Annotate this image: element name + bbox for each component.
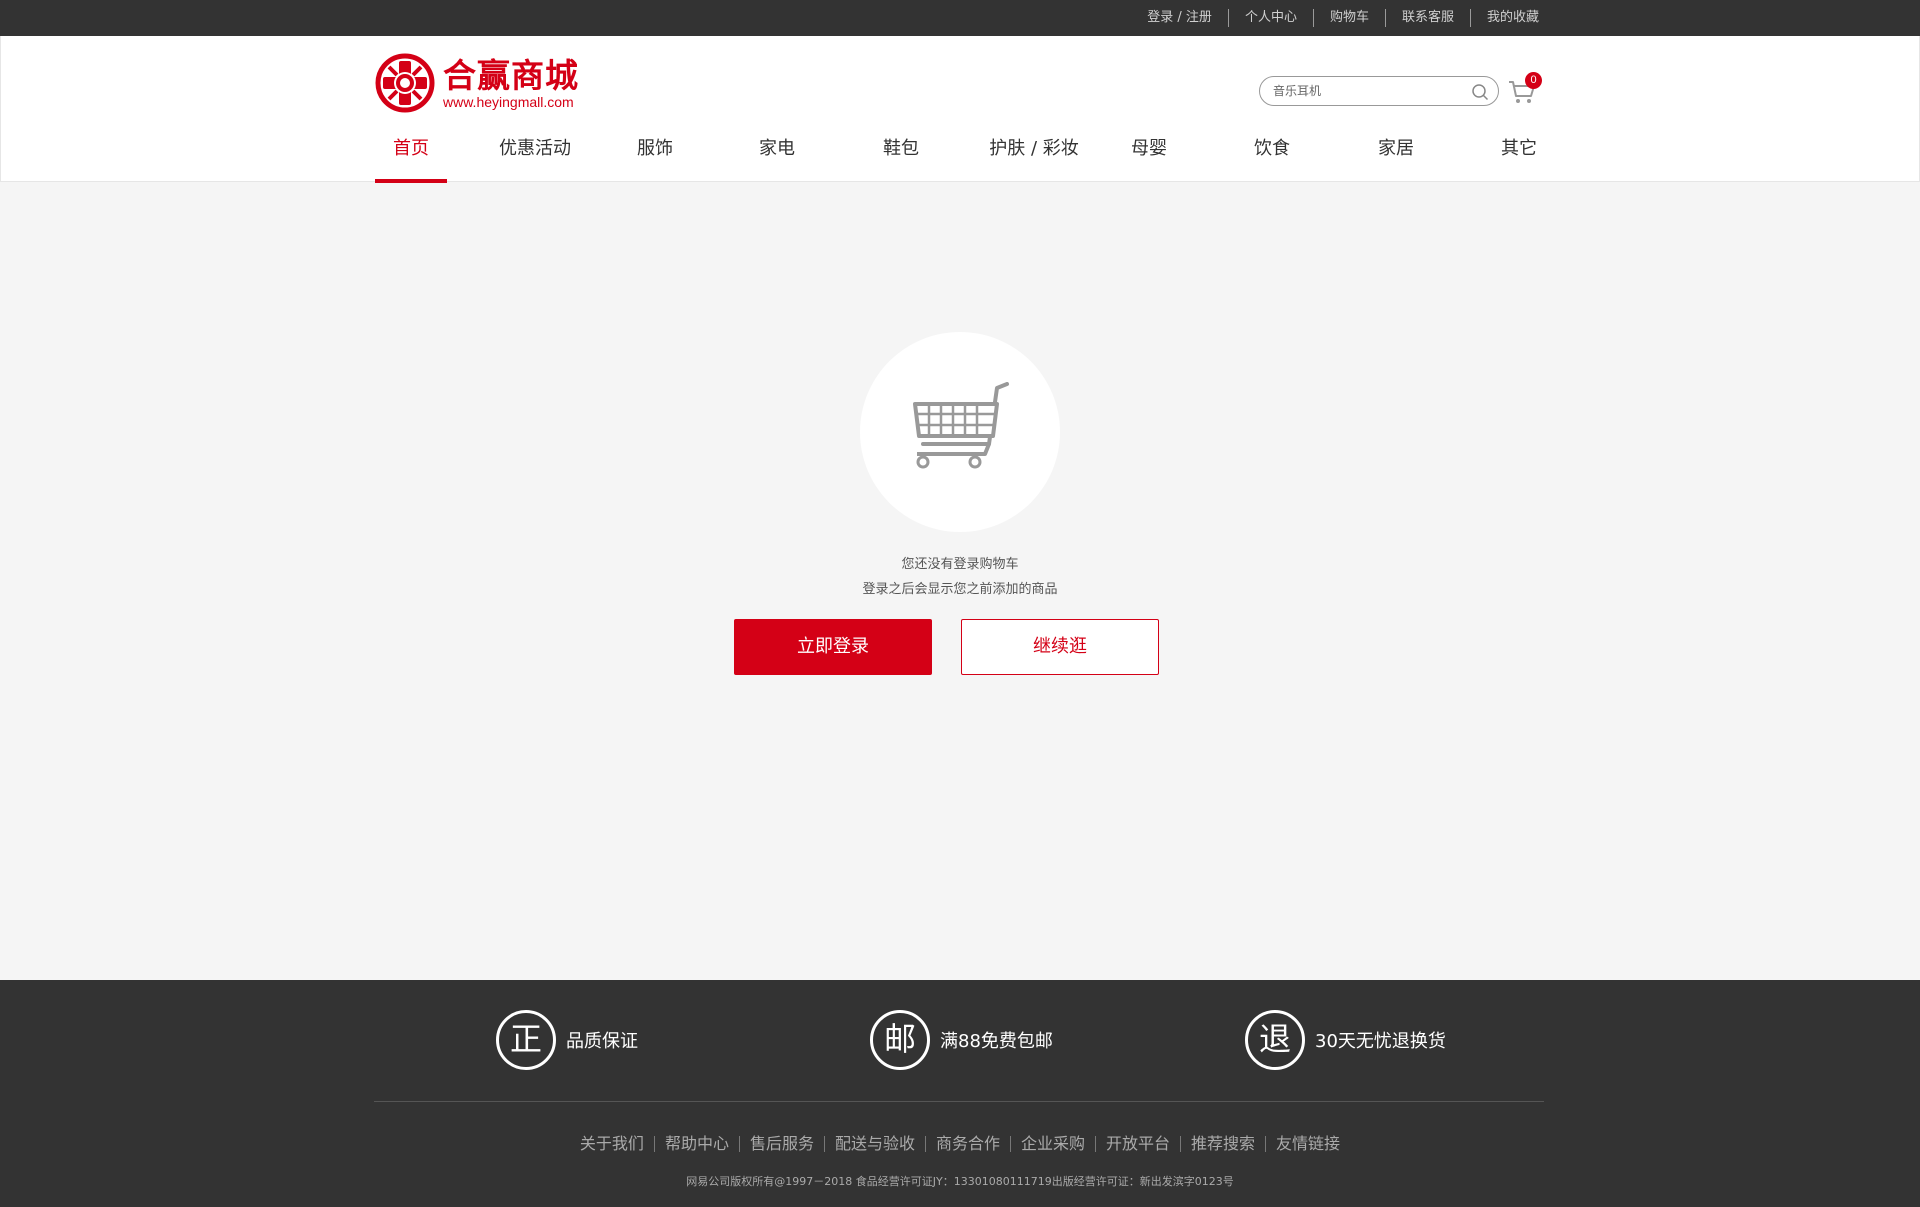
top-link-favorites[interactable]: 我的收藏 — [1471, 9, 1539, 27]
nav-item-home-living[interactable]: 家居 — [1360, 133, 1432, 182]
search-box — [1259, 76, 1499, 106]
nav-item-promotions[interactable]: 优惠活动 — [495, 133, 575, 182]
nav-item-skincare-makeup[interactable]: 护肤 / 彩妆 — [979, 133, 1089, 182]
nav-item-home[interactable]: 首页 — [375, 133, 447, 183]
logo-url: www.heyingmall.com — [443, 93, 574, 110]
footer-link-help[interactable]: 帮助中心 — [655, 1135, 739, 1153]
nav-item-appliances[interactable]: 家电 — [741, 133, 813, 182]
search-input[interactable] — [1273, 82, 1463, 100]
footer-link-about[interactable]: 关于我们 — [570, 1135, 654, 1153]
empty-cart-message: 您还没有登录购物车 — [901, 557, 1019, 572]
top-link-personal-center[interactable]: 个人中心 — [1229, 9, 1313, 27]
logo-text: 合赢商城 www.heyingmall.com — [443, 55, 579, 110]
search-icon[interactable] — [1471, 83, 1489, 101]
promise-quality: 正 品质保证 — [496, 1010, 638, 1070]
top-bar: 登录 / 注册 个人中心 购物车 联系客服 我的收藏 — [0, 0, 1920, 36]
shopping-cart-icon — [913, 382, 1009, 469]
footer-links: 关于我们 帮助中心 售后服务 配送与验收 商务合作 企业采购 开放平台 推荐搜索… — [0, 1135, 1920, 1153]
footer-link-friend-links[interactable]: 友情链接 — [1266, 1135, 1350, 1153]
promise-label: 满88免费包邮 — [940, 1031, 1053, 1052]
site-header: 合赢商城 www.heyingmall.com 0 首页 优惠活动 服饰 家电 … — [0, 36, 1920, 183]
footer-link-recommended[interactable]: 推荐搜索 — [1181, 1135, 1265, 1153]
footer-link-after-sales[interactable]: 售后服务 — [740, 1135, 824, 1153]
top-link-login-register[interactable]: 登录 / 注册 — [1131, 9, 1228, 27]
logo-title: 合赢商城 — [443, 55, 579, 95]
top-links: 登录 / 注册 个人中心 购物车 联系客服 我的收藏 — [1131, 0, 1539, 36]
header-cart-button[interactable]: 0 — [1507, 72, 1542, 106]
footer-link-enterprise[interactable]: 企业采购 — [1011, 1135, 1095, 1153]
logo-icon — [375, 53, 435, 113]
genuine-icon: 正 — [496, 1010, 556, 1070]
nav-item-mother-baby[interactable]: 母婴 — [1113, 133, 1185, 182]
cart-count-badge: 0 — [1525, 72, 1542, 89]
main-nav: 首页 优惠活动 服饰 家电 鞋包 护肤 / 彩妆 母婴 饮食 家居 其它 — [375, 133, 1545, 183]
empty-cart-hint: 登录之后会显示您之前添加的商品 — [862, 582, 1058, 597]
nav-item-shoes-bags[interactable]: 鞋包 — [865, 133, 937, 182]
site-footer: 正 品质保证 邮 满88免费包邮 退 30天无忧退换货 关于我们 帮助中心 售后… — [0, 980, 1920, 1207]
promise-label: 30天无忧退换货 — [1315, 1031, 1446, 1052]
promise-label: 品质保证 — [566, 1031, 638, 1052]
footer-link-business[interactable]: 商务合作 — [926, 1135, 1010, 1153]
site-logo[interactable]: 合赢商城 www.heyingmall.com — [375, 53, 607, 113]
return-icon: 退 — [1245, 1010, 1305, 1070]
promise-returns: 退 30天无忧退换货 — [1245, 1010, 1446, 1070]
top-link-customer-service[interactable]: 联系客服 — [1386, 9, 1470, 27]
continue-shopping-button[interactable]: 继续逛 — [961, 619, 1159, 675]
top-link-shopping-cart[interactable]: 购物车 — [1314, 9, 1385, 27]
login-now-button[interactable]: 立即登录 — [734, 619, 932, 675]
nav-item-food[interactable]: 饮食 — [1236, 133, 1308, 182]
footer-link-delivery[interactable]: 配送与验收 — [825, 1135, 925, 1153]
nav-item-other[interactable]: 其它 — [1483, 133, 1555, 182]
footer-divider — [374, 1101, 1544, 1102]
nav-item-apparel[interactable]: 服饰 — [619, 133, 691, 182]
mail-icon: 邮 — [870, 1010, 930, 1070]
copyright-text: 网易公司版权所有@1997－2018 食品经营许可证JY：13301080111… — [686, 1175, 1234, 1188]
empty-cart-illustration — [860, 332, 1060, 532]
footer-link-open-platform[interactable]: 开放平台 — [1096, 1135, 1180, 1153]
promise-free-shipping: 邮 满88免费包邮 — [870, 1010, 1053, 1070]
